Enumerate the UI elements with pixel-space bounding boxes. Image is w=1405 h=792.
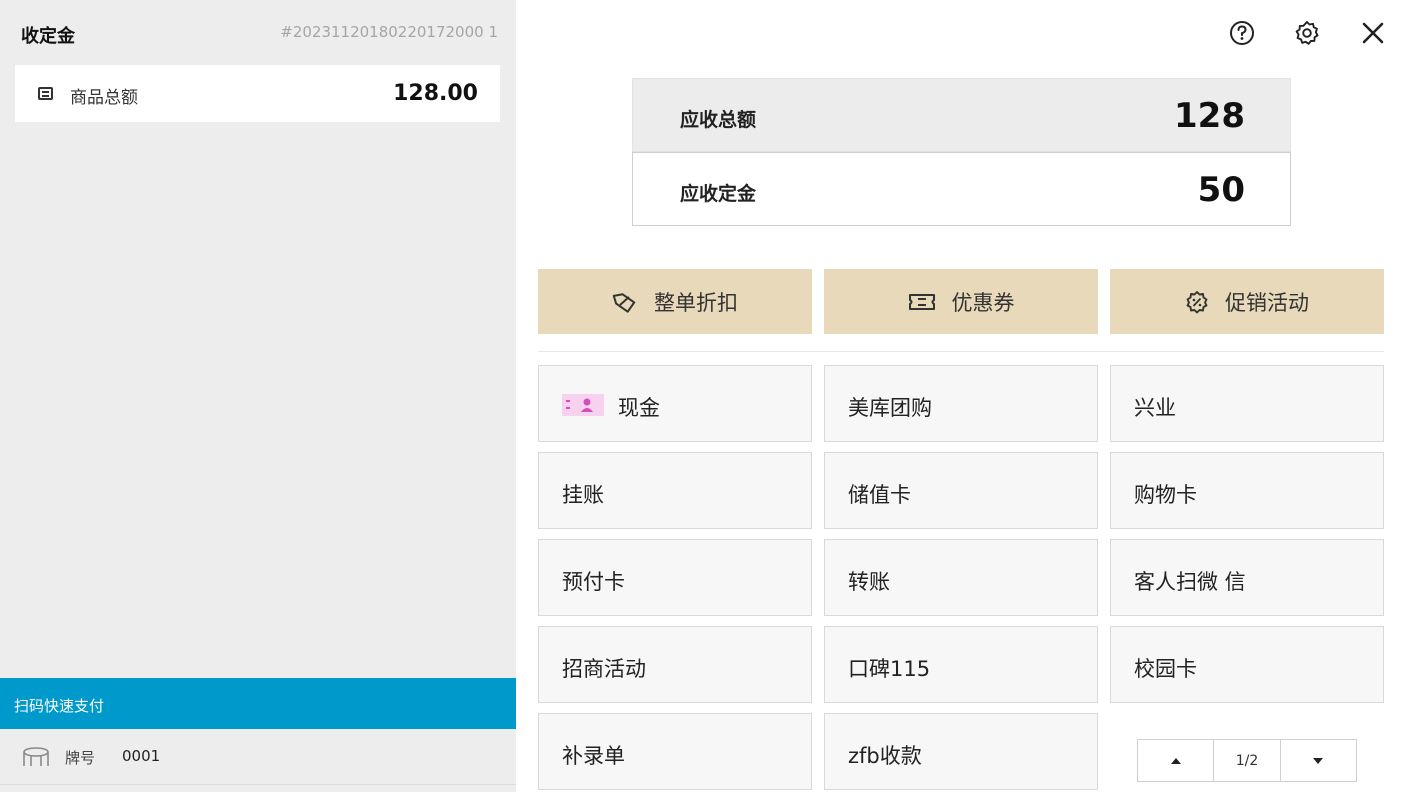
payment-shopping-card[interactable]: 购物卡 [1110,452,1384,529]
pagination: 1/2 [1137,739,1357,782]
order-header: 收定金 #20231120180220172000 1 [0,0,516,64]
payment-cash[interactable]: 现金 [538,365,812,442]
payment-campus-card[interactable]: 校园卡 [1110,626,1384,703]
list-icon [38,87,53,100]
order-discount-label: 整单折扣 [654,290,738,315]
table-icon [23,747,49,766]
payment-label: 客人扫微 信 [1134,570,1246,594]
table-number-value: 0001 [122,747,161,765]
table-number-label: 牌号 [65,749,96,767]
payment-label: 转账 [848,570,890,594]
payment-koubei-115[interactable]: 口碑115 [824,626,1098,703]
payment-prepaid-card[interactable]: 预付卡 [538,539,812,616]
order-panel: 收定金 #20231120180220172000 1 商品总额 128.00 … [0,0,516,792]
receivable-total-label: 应收总额 [680,109,757,131]
coupon-icon [908,293,935,310]
payment-label: 储值卡 [848,483,911,507]
next-page-button[interactable] [1281,740,1356,781]
promotion-button[interactable]: 促销活动 [1110,269,1384,334]
cash-icon [562,394,604,416]
payment-supplement-order[interactable]: 补录单 [538,713,812,790]
payment-label: 购物卡 [1134,483,1197,507]
caret-up-icon [1170,757,1181,764]
payment-label: 口碑115 [848,657,931,681]
payment-zfb[interactable]: zfb收款 [824,713,1098,790]
payment-label: 校园卡 [1134,657,1197,681]
page-indicator: 1/2 [1213,740,1281,781]
scan-quick-pay-button[interactable]: 扫码快速支付 [0,678,516,729]
payment-stored-value-card[interactable]: 储值卡 [824,452,1098,529]
order-number: #20231120180220172000 1 [280,23,498,41]
coupon-button[interactable]: 优惠券 [824,269,1098,334]
promotion-label: 促销活动 [1225,290,1309,315]
goods-total-label: 商品总额 [70,88,138,108]
payment-cmb-activity[interactable]: 招商活动 [538,626,812,703]
coupon-label: 优惠券 [951,290,1015,315]
caret-down-icon [1313,757,1324,764]
payment-label: zfb收款 [848,744,922,768]
receivable-total-value: 128 [1174,96,1245,136]
payment-label: 挂账 [562,483,604,507]
previous-page-button[interactable] [1138,740,1213,781]
payment-guest-scan-wechat[interactable]: 客人扫微 信 [1110,539,1384,616]
settings-icon[interactable] [1292,18,1322,48]
receivable-deposit-label: 应收定金 [680,183,757,205]
payment-label: 预付卡 [562,570,625,594]
payment-label: 美库团购 [848,396,932,420]
goods-total-value: 128.00 [393,81,478,106]
discount-icon [612,292,636,313]
payment-xingye[interactable]: 兴业 [1110,365,1384,442]
payment-transfer[interactable]: 转账 [824,539,1098,616]
receivable-deposit-value: 50 [1197,170,1245,210]
payment-on-account[interactable]: 挂账 [538,452,812,529]
payment-label: 兴业 [1134,396,1176,420]
payment-meiku-group-buy[interactable]: 美库团购 [824,365,1098,442]
close-icon[interactable] [1358,18,1388,48]
payment-label: 现金 [618,396,660,420]
order-discount-button[interactable]: 整单折扣 [538,269,812,334]
divider [538,351,1384,352]
receivable-total-box: 应收总额 128 [632,78,1291,152]
promotion-icon [1186,290,1208,313]
table-number-row: 牌号 0001 [0,729,516,785]
panel-title: 收定金 [21,26,75,47]
receivable-deposit-box[interactable]: 应收定金 50 [632,152,1291,226]
payment-label: 补录单 [562,744,625,768]
payment-label: 招商活动 [562,657,646,681]
goods-total-card: 商品总额 128.00 [15,65,500,122]
help-icon[interactable] [1227,18,1257,48]
scan-quick-pay-label: 扫码快速支付 [14,697,105,715]
